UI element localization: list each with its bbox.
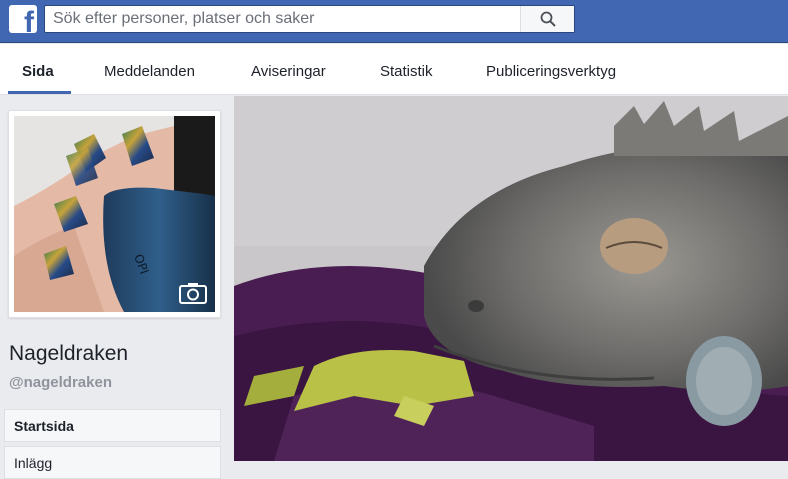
nav-item-startsida[interactable]: Startsida: [4, 409, 221, 442]
tab-aviseringar[interactable]: Aviseringar: [251, 44, 326, 95]
profile-image: OPI: [14, 116, 215, 312]
top-bar: f: [0, 0, 788, 43]
tab-sida[interactable]: Sida: [22, 44, 54, 95]
logo-letter: f: [24, 6, 34, 34]
search-button[interactable]: [520, 6, 574, 32]
page-tabs: Sida Meddelanden Aviseringar Statistik P…: [0, 44, 788, 95]
left-column: OPI Nageldraken @nageldraken Startsida I…: [0, 96, 234, 479]
tab-meddelanden[interactable]: Meddelanden: [104, 44, 195, 95]
profile-picture[interactable]: OPI: [8, 110, 221, 318]
page-title[interactable]: Nageldraken: [9, 342, 128, 366]
search-icon: [540, 11, 556, 27]
search-input[interactable]: [45, 6, 520, 32]
tab-statistik[interactable]: Statistik: [380, 44, 433, 95]
cover-photo[interactable]: [234, 96, 788, 461]
tab-publiceringsverktyg[interactable]: Publiceringsverktyg: [486, 44, 616, 95]
page-username[interactable]: @nageldraken: [9, 374, 112, 391]
nav-item-inlagg[interactable]: Inlägg: [4, 446, 221, 479]
search-box: [44, 5, 575, 33]
active-tab-indicator: [8, 91, 71, 94]
facebook-logo-icon[interactable]: f: [9, 5, 37, 33]
camera-icon[interactable]: [179, 282, 207, 304]
